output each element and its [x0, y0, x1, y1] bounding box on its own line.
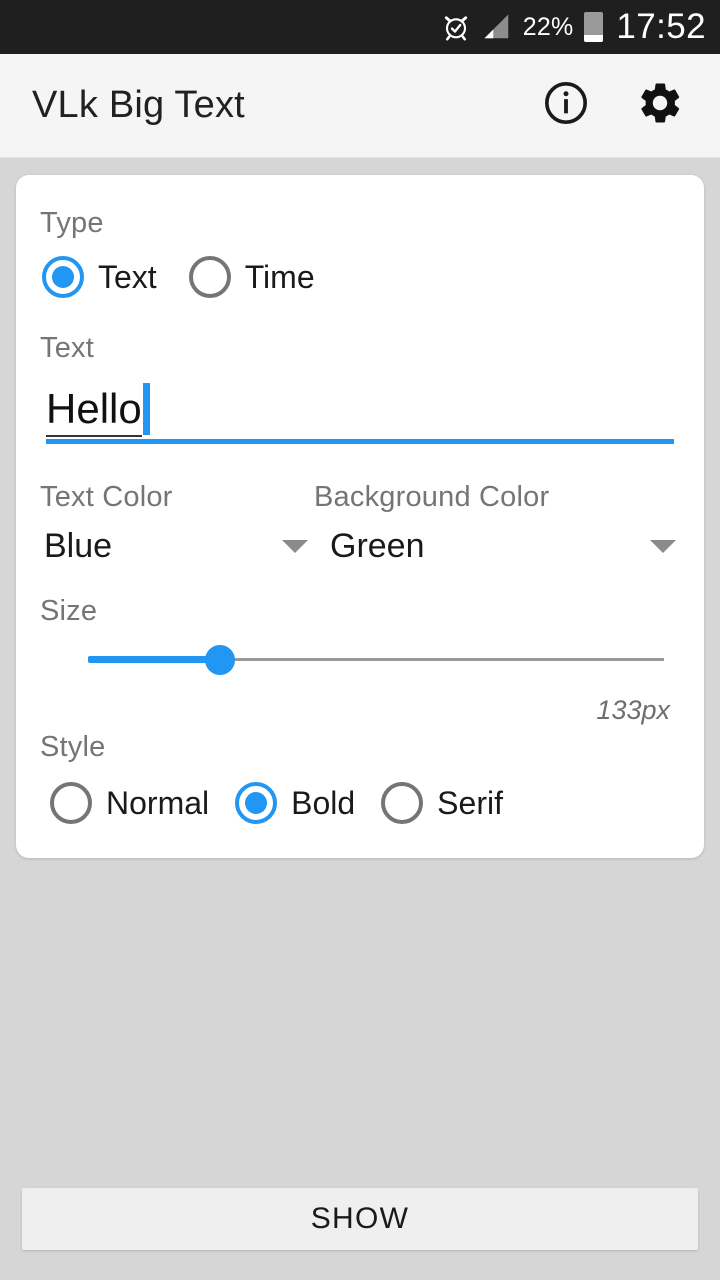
- info-button[interactable]: [540, 80, 592, 132]
- chevron-down-icon: [282, 540, 308, 553]
- size-value-label: 133px: [596, 695, 670, 725]
- type-radio-group: Text Time: [42, 256, 315, 298]
- app-screen: 22% 17:52 VLk Big Text Type Text Time Te…: [0, 0, 720, 1280]
- text-color-dropdown[interactable]: Blue: [44, 527, 324, 566]
- show-button[interactable]: SHOW: [22, 1188, 698, 1250]
- radio-type-time[interactable]: Time: [188, 256, 315, 298]
- signal-bars-icon: [482, 12, 512, 42]
- radio-type-text[interactable]: Text: [42, 256, 157, 298]
- text-cursor: [142, 383, 150, 435]
- info-icon: [543, 80, 589, 131]
- text-field-label: Text: [40, 332, 94, 364]
- radio-type-text-label: Text: [98, 258, 157, 295]
- radio-selected-icon: [42, 256, 84, 298]
- size-label: Size: [40, 595, 98, 627]
- style-radio-group: Normal Bold Serif: [50, 782, 503, 824]
- background-color-label: Background Color: [314, 481, 550, 513]
- slider-thumb[interactable]: [205, 645, 236, 675]
- settings-card: Type Text Time Text Hello Text Color Blu…: [16, 175, 704, 858]
- page-title: VLk Big Text: [32, 84, 245, 126]
- radio-style-bold-label: Bold: [291, 784, 356, 821]
- status-bar-clock: 17:52: [616, 7, 706, 46]
- text-input-value: Hello: [46, 384, 142, 437]
- alarm-clock-icon: [441, 12, 471, 42]
- status-bar: 22% 17:52: [0, 0, 720, 54]
- battery-percent-label: 22%: [522, 12, 574, 41]
- text-color-value: Blue: [44, 527, 113, 565]
- radio-style-normal[interactable]: Normal: [50, 782, 209, 824]
- radio-unselected-icon: [50, 782, 92, 824]
- battery-icon: [584, 12, 604, 42]
- slider-fill: [88, 656, 221, 663]
- size-slider[interactable]: [88, 645, 664, 675]
- background-color-value: Green: [330, 527, 425, 565]
- radio-selected-icon: [235, 782, 278, 824]
- chevron-down-icon: [650, 540, 676, 553]
- type-label: Type: [40, 207, 104, 239]
- text-color-label: Text Color: [40, 481, 173, 513]
- app-bar-actions: [540, 80, 686, 132]
- text-input-underline: [46, 439, 674, 444]
- radio-style-serif[interactable]: Serif: [381, 782, 503, 824]
- style-label: Style: [40, 731, 106, 763]
- text-input[interactable]: Hello: [46, 383, 150, 437]
- radio-type-time-label: Time: [244, 258, 315, 295]
- radio-style-bold[interactable]: Bold: [235, 782, 355, 824]
- background-color-dropdown[interactable]: Green: [330, 527, 680, 566]
- app-bar: VLk Big Text: [0, 54, 720, 158]
- settings-button[interactable]: [634, 80, 686, 132]
- gear-icon: [636, 79, 684, 132]
- radio-unselected-icon: [381, 782, 424, 824]
- radio-unselected-icon: [188, 256, 231, 298]
- radio-style-normal-label: Normal: [106, 784, 210, 821]
- radio-style-serif-label: Serif: [437, 784, 503, 821]
